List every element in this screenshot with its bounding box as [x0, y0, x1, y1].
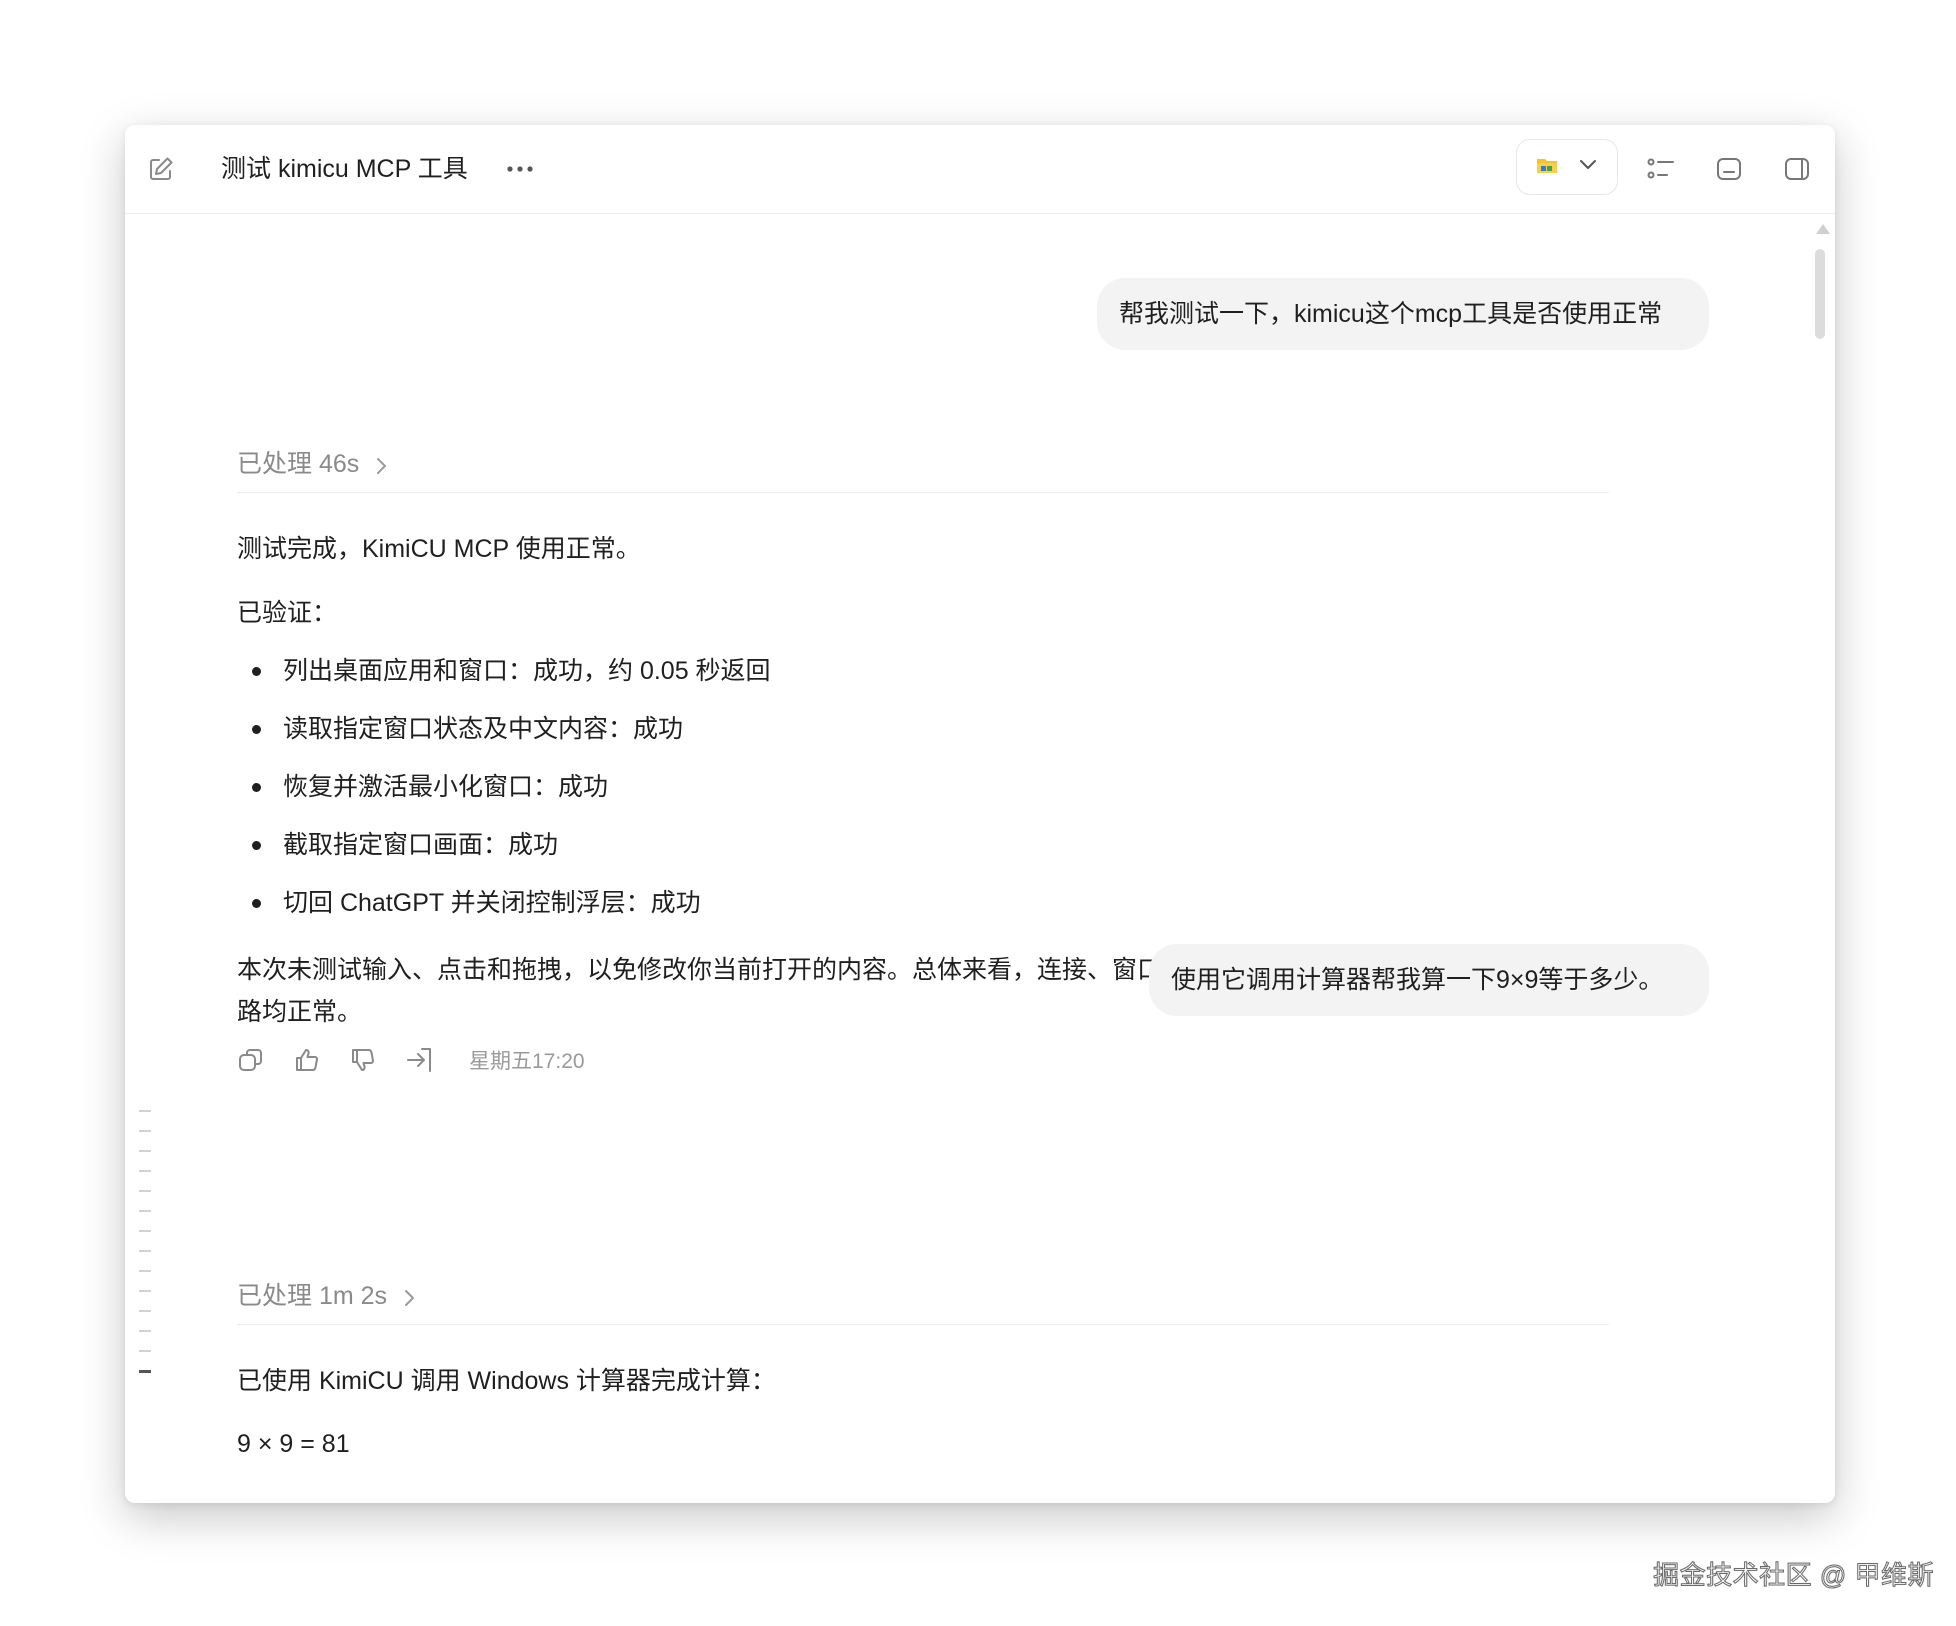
- chevron-down-icon: [1578, 158, 1598, 176]
- nav-tick[interactable]: [139, 1170, 151, 1172]
- processed-toggle[interactable]: 已处理 46s: [237, 446, 1609, 493]
- watermark: 掘金技术社区 @ 甲维斯: [1653, 1560, 1934, 1591]
- nav-tick[interactable]: [139, 1190, 151, 1192]
- app-window: 测试 kimicu MCP 工具 帮我测试一下，kimicu这个mcp工具是否使…: [125, 125, 1835, 1503]
- nav-tick[interactable]: [139, 1350, 151, 1352]
- scrollbar-thumb[interactable]: [1815, 249, 1825, 339]
- nav-tick[interactable]: [139, 1290, 151, 1292]
- nav-tick[interactable]: [139, 1210, 151, 1212]
- chat-content: 帮我测试一下，kimicu这个mcp工具是否使用正常 已处理 46s 测试完成，…: [125, 214, 1835, 1503]
- nav-tick[interactable]: [139, 1230, 151, 1232]
- copy-icon[interactable]: [237, 1040, 293, 1080]
- nav-tick-active[interactable]: [139, 1370, 151, 1373]
- list-item: 恢复并激活最小化窗口：成功: [237, 766, 771, 824]
- calculation-result: 9 × 9 = 81: [237, 1430, 350, 1458]
- processed-toggle[interactable]: 已处理 1m 2s: [237, 1278, 1609, 1325]
- processed-label: 已处理 46s: [237, 450, 360, 478]
- user-message: 使用它调用计算器帮我算一下9×9等于多少。: [1149, 944, 1709, 1016]
- list-item: 列出桌面应用和窗口：成功，约 0.05 秒返回: [237, 650, 771, 708]
- list-icon[interactable]: [1638, 147, 1684, 191]
- title-bar: 测试 kimicu MCP 工具: [125, 125, 1835, 214]
- assistant-text: 已使用 KimiCU 调用 Windows 计算器完成计算：: [237, 1367, 776, 1395]
- conversation-title: 测试 kimicu MCP 工具: [221, 155, 468, 183]
- verified-list: 列出桌面应用和窗口：成功，约 0.05 秒返回 读取指定窗口状态及中文内容：成功…: [237, 650, 771, 940]
- nav-tick[interactable]: [139, 1250, 151, 1252]
- user-message: 帮我测试一下，kimicu这个mcp工具是否使用正常: [1097, 278, 1709, 350]
- list-item: 读取指定窗口状态及中文内容：成功: [237, 708, 771, 766]
- assistant-text: 测试完成，KimiCU MCP 使用正常。: [237, 535, 641, 563]
- nav-tick[interactable]: [139, 1310, 151, 1312]
- message-timestamp: 星期五17:20: [469, 1050, 585, 1073]
- more-dots-icon[interactable]: [497, 147, 543, 191]
- assistant-text: 已验证：: [237, 599, 338, 627]
- folder-icon: [1536, 155, 1558, 180]
- processed-label: 已处理 1m 2s: [237, 1282, 388, 1310]
- nav-tick[interactable]: [139, 1130, 151, 1132]
- workspace-selector[interactable]: [1516, 139, 1618, 195]
- share-icon[interactable]: [405, 1040, 461, 1080]
- nav-tick[interactable]: [139, 1110, 151, 1112]
- message-actions: 星期五17:20: [237, 1040, 585, 1080]
- message-navigator[interactable]: [139, 1110, 155, 1391]
- minimize-icon[interactable]: [1706, 147, 1752, 191]
- chevron-right-icon: [401, 1284, 417, 1308]
- scroll-up-arrow-icon[interactable]: [1815, 222, 1831, 234]
- edit-icon[interactable]: [137, 145, 185, 193]
- list-item: 截取指定窗口画面：成功: [237, 824, 771, 882]
- thumbs-down-icon[interactable]: [349, 1040, 405, 1080]
- side-panel-icon[interactable]: [1774, 147, 1820, 191]
- nav-tick[interactable]: [139, 1270, 151, 1272]
- nav-tick[interactable]: [139, 1330, 151, 1332]
- thumbs-up-icon[interactable]: [293, 1040, 349, 1080]
- chevron-right-icon: [373, 452, 389, 476]
- list-item: 切回 ChatGPT 并关闭控制浮层：成功: [237, 882, 771, 940]
- nav-tick[interactable]: [139, 1150, 151, 1152]
